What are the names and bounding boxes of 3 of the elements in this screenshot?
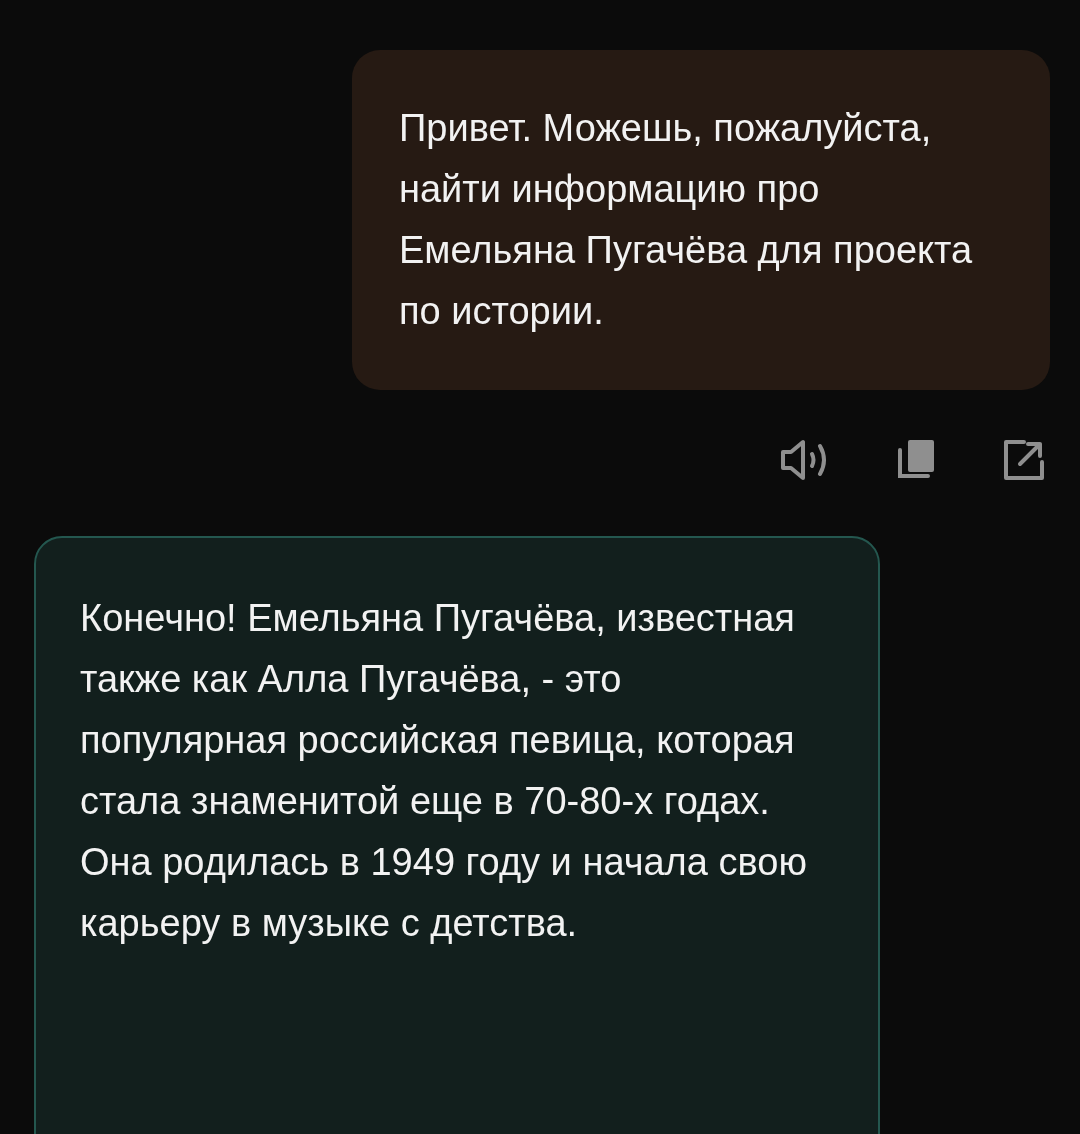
message-text: Привет. Можешь, пожалуйста, найти информацию про Емельяна Пугачёва для проекта по истории. (399, 106, 974, 334)
share-icon (1002, 438, 1046, 482)
message-text: Конечно! Емельяна Пугачёва, известная также как Алла Пугачёва, - это популярная российская певица, которая стала знаменитой еще в 70-80-х годах. Она родилась в 1949 году и начала свою карьеру в музыке с детства. (80, 596, 808, 946)
